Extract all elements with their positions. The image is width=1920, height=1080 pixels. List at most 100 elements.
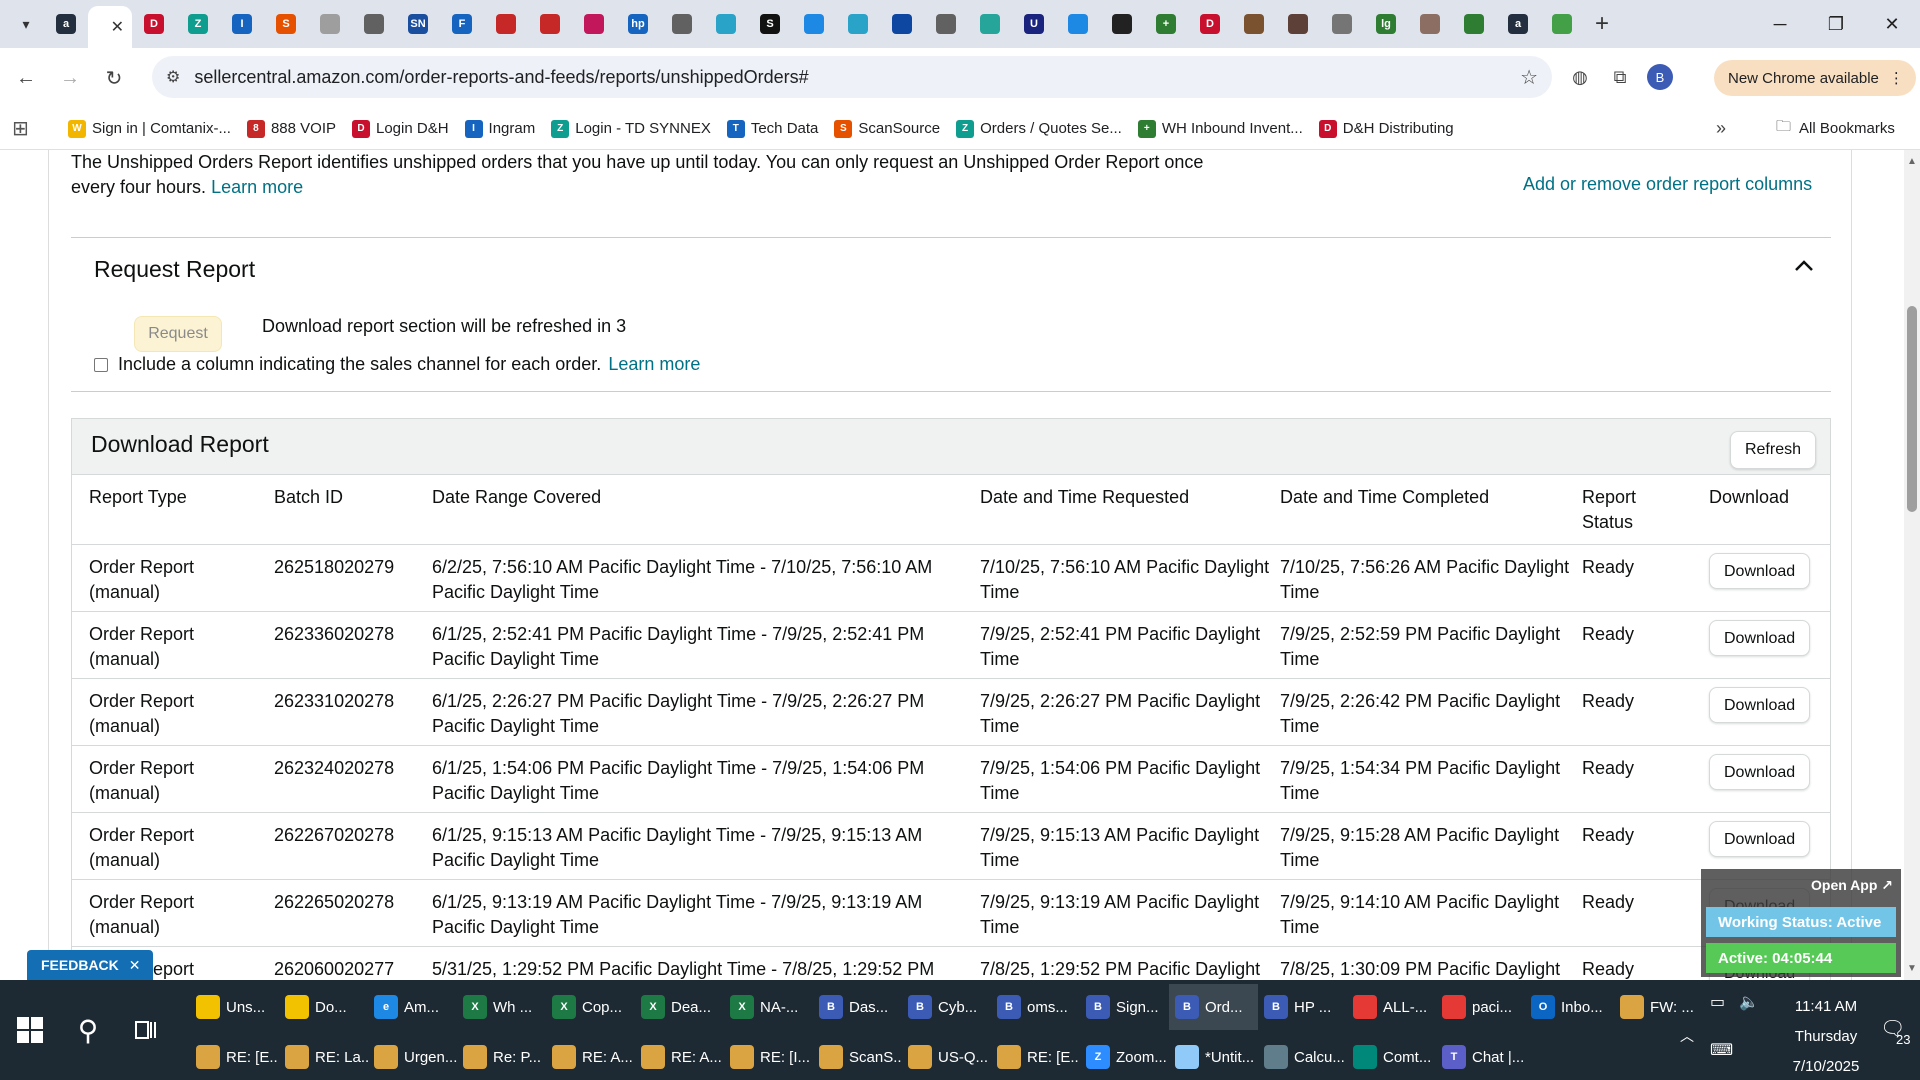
url-text[interactable]: sellercentral.amazon.com/order-reports-a… [194, 67, 808, 88]
download-button[interactable]: Download [1709, 553, 1811, 589]
tab[interactable]: F [440, 4, 484, 44]
taskbar-app-button[interactable]: Urgen... [368, 1034, 457, 1080]
tab[interactable] [1232, 4, 1276, 44]
windows-start-icon[interactable] [8, 1004, 52, 1056]
tab[interactable]: S [748, 4, 792, 44]
tab[interactable] [528, 4, 572, 44]
tab[interactable] [1320, 4, 1364, 44]
taskbar-app-button[interactable]: RE: A... [635, 1034, 724, 1080]
tab[interactable] [660, 4, 704, 44]
taskbar-app-button[interactable]: RE: A... [546, 1034, 635, 1080]
site-info-icon[interactable]: ⚙ [166, 67, 180, 87]
taskbar-app-button[interactable]: e Am... [368, 984, 457, 1030]
bookmark-item[interactable]: S ScanSource [834, 119, 940, 138]
taskbar-app-button[interactable]: X Wh ... [457, 984, 546, 1030]
taskbar-app-button[interactable]: *Untit... [1169, 1034, 1258, 1080]
collapse-chevron-up-icon[interactable] [1792, 254, 1816, 278]
scrollbar-thumb[interactable] [1907, 306, 1917, 512]
tab-active[interactable]: ✕ [88, 6, 132, 48]
tab[interactable] [924, 4, 968, 44]
channel-learn-more-link[interactable]: Learn more [608, 354, 700, 375]
bookmark-item[interactable]: W Sign in | Comtanix-... [68, 119, 231, 138]
bookmark-item[interactable]: T Tech Data [726, 119, 818, 138]
feedback-button[interactable]: FEEDBACK ✕ [27, 950, 153, 980]
taskbar-app-button[interactable]: X Cop... [546, 984, 635, 1030]
request-button[interactable]: Request [134, 316, 222, 352]
task-view-icon[interactable] [124, 1004, 168, 1056]
taskbar-app-button[interactable]: paci... [1436, 984, 1525, 1030]
tab[interactable] [792, 4, 836, 44]
tab[interactable] [1408, 4, 1452, 44]
tab[interactable] [880, 4, 924, 44]
taskbar-app-button[interactable]: Comt... [1347, 1034, 1436, 1080]
show-hidden-icons-icon[interactable]: ︿ [1680, 1026, 1694, 1046]
bookmark-item[interactable]: Z Orders / Quotes Se... [956, 119, 1122, 138]
apps-grid-icon[interactable]: ⊞ [12, 116, 52, 141]
taskbar-app-button[interactable]: ScanS... [813, 1034, 902, 1080]
close-window-icon[interactable]: ✕ [1864, 0, 1920, 48]
profile-avatar[interactable]: B [1640, 57, 1680, 97]
bookmark-item[interactable]: 8 888 VOIP [246, 119, 336, 138]
address-bar[interactable]: ⚙ sellercentral.amazon.com/order-reports… [152, 56, 1552, 98]
feedback-close-icon[interactable]: ✕ [129, 957, 141, 974]
taskbar-search-icon[interactable]: ⚲ [66, 1004, 110, 1056]
bookmark-item[interactable]: I Ingram [464, 119, 535, 138]
tab[interactable] [1276, 4, 1320, 44]
extensions-puzzle-icon[interactable]: ⧉ [1600, 57, 1640, 97]
bookmark-star-icon[interactable]: ☆ [1520, 65, 1538, 90]
tab[interactable]: Z [176, 4, 220, 44]
tab[interactable] [1056, 4, 1100, 44]
page-scrollbar[interactable]: ▲ ▼ [1904, 150, 1920, 980]
scroll-up-icon[interactable]: ▲ [1907, 156, 1917, 167]
bookmark-item[interactable]: D Login D&H [352, 119, 449, 138]
reload-icon[interactable]: ↻ [96, 60, 132, 96]
clock[interactable]: 11:41 AM Thursday 7/10/2025 [1776, 992, 1876, 1080]
chrome-update-button[interactable]: New Chrome available ⋮ [1714, 60, 1916, 96]
minimize-icon[interactable]: ─ [1752, 0, 1808, 48]
tab[interactable] [1540, 4, 1584, 44]
tab[interactable]: D [1188, 4, 1232, 44]
keyboard-icon[interactable]: ⌨ [1710, 1040, 1733, 1060]
bookmark-item[interactable]: D D&H Distributing [1318, 119, 1454, 138]
bookmark-item[interactable]: Z Login - TD SYNNEX [551, 119, 711, 138]
download-button[interactable]: Download [1709, 620, 1811, 656]
taskbar-app-button[interactable]: RE: [I... [724, 1034, 813, 1080]
more-menu-icon[interactable]: ⋮ [1889, 69, 1904, 87]
taskbar-app-button[interactable]: RE: La... [279, 1034, 368, 1080]
more-bookmarks-icon[interactable]: » [1716, 118, 1726, 139]
refresh-button[interactable]: Refresh [1729, 431, 1816, 469]
tab[interactable]: SN [396, 4, 440, 44]
download-button[interactable]: Download [1709, 687, 1811, 723]
taskbar-app-button[interactable]: B Cyb... [902, 984, 991, 1030]
taskbar-app-button[interactable]: T Chat |... [1436, 1034, 1525, 1080]
forward-arrow-icon[interactable]: → [52, 60, 88, 96]
taskbar-app-button[interactable]: Boms... [991, 984, 1080, 1030]
taskbar-app-button[interactable]: ALL-... [1347, 984, 1436, 1030]
tab[interactable]: U [1012, 4, 1056, 44]
network-icon[interactable]: ▭ [1710, 992, 1725, 1012]
tab[interactable]: a [1496, 4, 1540, 44]
tab[interactable] [1452, 4, 1496, 44]
taskbar-app-button[interactable]: Re: P... [457, 1034, 546, 1080]
tab[interactable]: lg [1364, 4, 1408, 44]
tab[interactable] [704, 4, 748, 44]
tab[interactable] [484, 4, 528, 44]
taskbar-app-button[interactable]: O Inbo... [1525, 984, 1614, 1030]
tab[interactable] [352, 4, 396, 44]
volume-icon[interactable]: 🔈 [1739, 992, 1759, 1012]
maximize-icon[interactable]: ❐ [1808, 0, 1864, 48]
taskbar-app-button[interactable]: B Das... [813, 984, 902, 1030]
taskbar-app-button[interactable]: Uns... [190, 984, 279, 1030]
tab[interactable]: a [44, 4, 88, 44]
taskbar-app-button[interactable]: Do... [279, 984, 368, 1030]
taskbar-app-button[interactable]: RE: [E... [991, 1034, 1080, 1080]
tab[interactable] [572, 4, 616, 44]
taskbar-app-button[interactable]: RE: [E... [190, 1034, 279, 1080]
tab[interactable] [308, 4, 352, 44]
taskbar-app-button[interactable]: B HP ... [1258, 984, 1347, 1030]
taskbar-app-button[interactable]: X NA-... [724, 984, 813, 1030]
taskbar-app-button[interactable]: X Dea... [635, 984, 724, 1030]
tab[interactable] [968, 4, 1012, 44]
download-button[interactable]: Download [1709, 754, 1811, 790]
back-arrow-icon[interactable]: ← [8, 60, 44, 96]
